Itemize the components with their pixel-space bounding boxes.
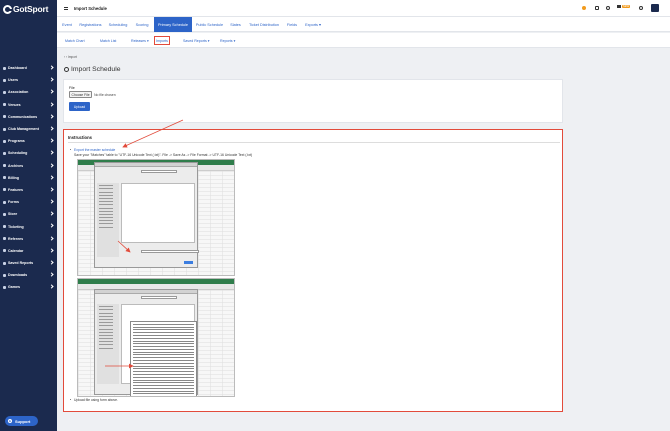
arrow-to-file-format	[117, 240, 131, 253]
arrow-to-export-link	[122, 119, 184, 148]
annotation-arrows	[105, 119, 184, 369]
